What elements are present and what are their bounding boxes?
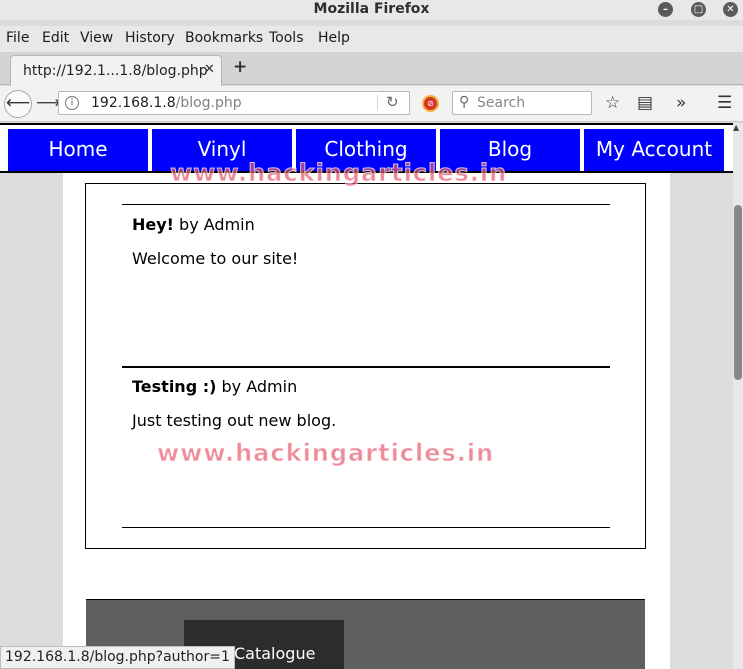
overflow-icon[interactable]: »: [676, 93, 686, 113]
hamburger-icon[interactable]: ☰: [717, 93, 732, 113]
menu-file[interactable]: File: [6, 30, 29, 46]
nav-home[interactable]: Home: [8, 129, 148, 171]
tab-strip: http://192.1...1.8/blog.php ✕: [0, 52, 743, 86]
blog-posts: Hey! by Admin Welcome to our site! Testi…: [85, 183, 646, 549]
url-separator: [377, 95, 378, 111]
watermark: www.hackingarticles.in: [169, 159, 508, 188]
watermark: www.hackingarticles.in: [156, 439, 495, 468]
url-path: /blog.php: [175, 95, 242, 111]
tab-title: http://192.1...1.8/blog.php: [23, 63, 208, 79]
status-link-preview: 192.168.1.8/blog.php?author=1: [0, 646, 235, 669]
page-content: Hey! by Admin Welcome to our site! Testi…: [63, 173, 670, 669]
page-scrollbar[interactable]: ▲: [733, 123, 743, 669]
post-divider: [122, 204, 610, 205]
scroll-up-icon[interactable]: ▲: [733, 123, 739, 132]
addon-block-icon[interactable]: ⊘: [422, 95, 439, 112]
back-icon[interactable]: ⟵: [4, 90, 32, 118]
post-title[interactable]: Hey!: [132, 215, 174, 234]
post-heading: Hey! by Admin: [132, 215, 255, 234]
search-input[interactable]: ⚲ Search: [452, 91, 592, 115]
menu-tools[interactable]: Tools: [269, 30, 304, 46]
post-body: Just testing out new blog.: [132, 411, 337, 430]
post-divider: [122, 366, 610, 368]
tab-blog[interactable]: http://192.1...1.8/blog.php ✕: [10, 55, 222, 86]
maximize-icon[interactable]: □: [691, 2, 706, 17]
post-title[interactable]: Testing :): [132, 377, 216, 396]
star-icon[interactable]: ☆: [605, 93, 620, 113]
scrollbar-thumb[interactable]: [734, 205, 742, 380]
menu-bookmarks[interactable]: Bookmarks: [185, 30, 263, 46]
tab-close-icon[interactable]: ✕: [204, 62, 215, 77]
reload-icon[interactable]: ↻: [386, 93, 399, 111]
new-tab-button[interactable]: +: [233, 57, 247, 77]
post-body: Welcome to our site!: [132, 249, 299, 268]
minimize-icon[interactable]: –: [658, 2, 673, 17]
post-byline[interactable]: by Admin: [216, 377, 298, 396]
menu-help[interactable]: Help: [318, 30, 350, 46]
url-text[interactable]: 192.168.1.8/blog.php: [91, 95, 242, 111]
window-titlebar: Mozilla Firefox – □ ✕: [0, 0, 743, 20]
close-icon[interactable]: ✕: [723, 2, 738, 17]
post-divider: [122, 527, 610, 528]
page-viewport: Hey! by Admin Welcome to our site! Testi…: [0, 123, 733, 669]
post-byline[interactable]: by Admin: [174, 215, 255, 234]
forward-icon[interactable]: ⟶: [36, 93, 60, 113]
url-bar[interactable]: i 192.168.1.8/blog.php ↻: [58, 91, 410, 115]
window-title: Mozilla Firefox: [313, 1, 430, 17]
menu-view[interactable]: View: [80, 30, 113, 46]
menu-bar: File Edit View History Bookmarks Tools H…: [0, 26, 743, 52]
menu-edit[interactable]: Edit: [42, 30, 69, 46]
menu-history[interactable]: History: [125, 30, 175, 46]
info-icon[interactable]: i: [65, 96, 79, 110]
footer-link-catalogue[interactable]: Catalogue: [234, 644, 315, 663]
search-icon: ⚲: [459, 94, 470, 110]
reader-icon[interactable]: ▤: [637, 93, 653, 113]
url-host: 192.168.1.8: [91, 95, 176, 111]
post-heading: Testing :) by Admin: [132, 377, 297, 396]
nav-my-account[interactable]: My Account: [584, 129, 724, 171]
nav-toolbar: ⟵ ⟶ i 192.168.1.8/blog.php ↻ ⊘ ⚲ Search …: [0, 86, 743, 122]
search-placeholder: Search: [477, 95, 526, 111]
